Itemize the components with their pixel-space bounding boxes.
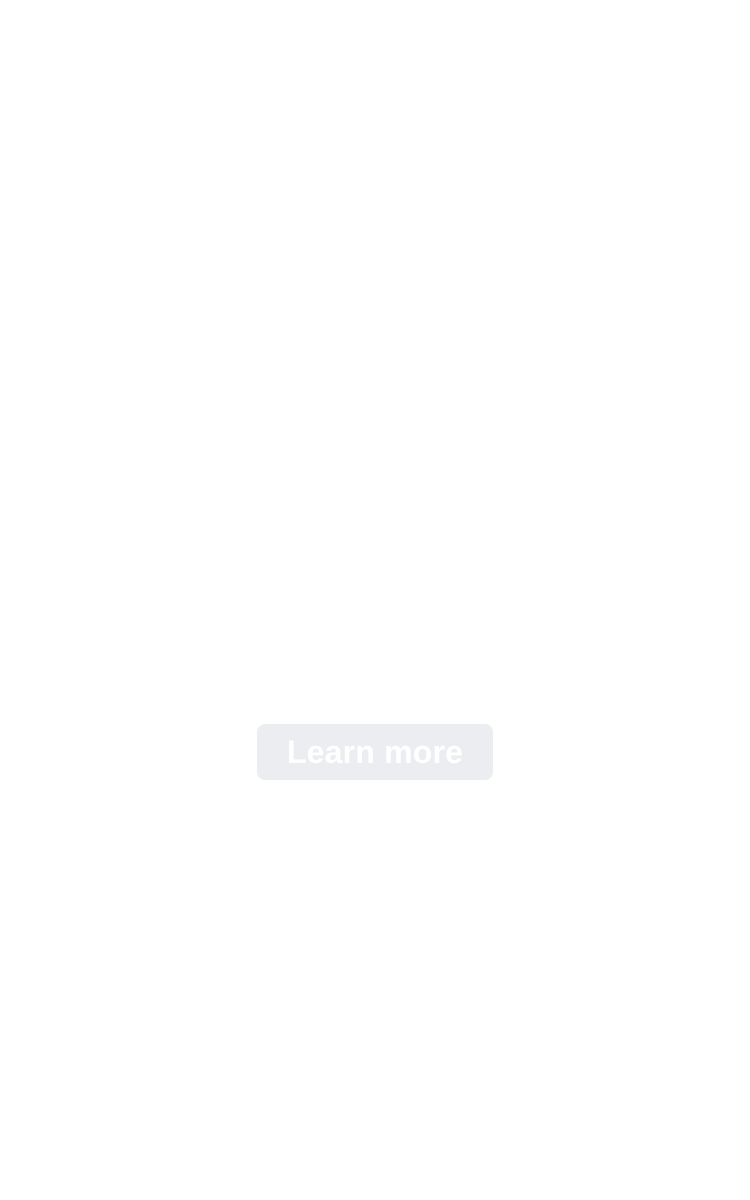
learn-more-button[interactable]: Learn more <box>257 724 493 780</box>
page-background: Learn more <box>0 0 750 1200</box>
